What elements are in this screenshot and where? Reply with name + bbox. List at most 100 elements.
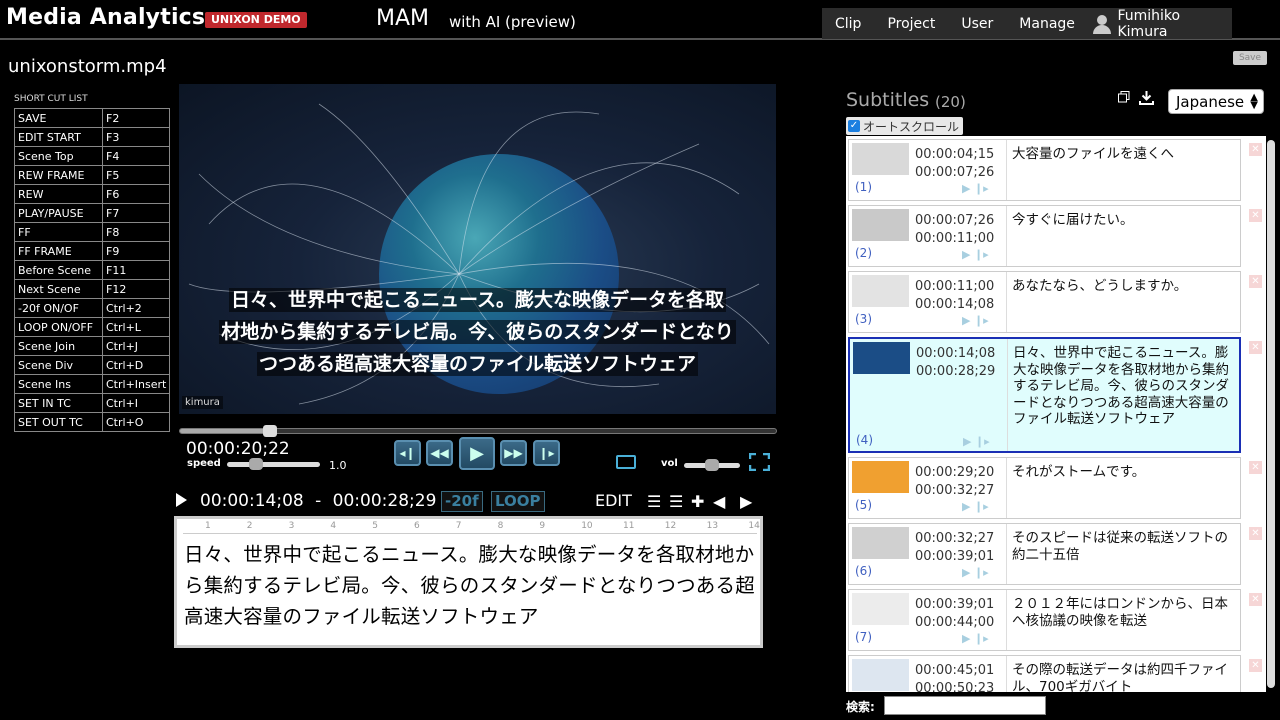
delete-subtitle-icon[interactable]: ✕ xyxy=(1249,275,1262,288)
speed-slider[interactable] xyxy=(227,458,320,470)
subtitle-timecodes[interactable]: 00:00:04;15 00:00:07;26 xyxy=(915,146,994,182)
ruler-tick-label: 10 xyxy=(581,521,593,531)
delete-subtitle-icon[interactable]: ✕ xyxy=(1249,527,1262,540)
shortcut-row: Scene Join Ctrl+J xyxy=(14,336,171,356)
editor-text[interactable]: 日々、世界中で起こるニュース。膨大な映像データを各取材地から集約するテレビ局。今… xyxy=(184,539,759,632)
subtitle-entry[interactable]: (6) 00:00:32;27 00:00:39;01 ▶ ❙▸ そのスピードは従来の転… xyxy=(848,523,1241,585)
shortcut-action: SET IN TC xyxy=(14,393,103,413)
nav-user[interactable]: User xyxy=(948,16,1006,32)
language-select[interactable]: Japanese ▲ ▼ xyxy=(1168,89,1264,114)
autoscroll-checkbox[interactable]: ✓ オートスクロール xyxy=(846,117,964,135)
nav-clip[interactable]: Clip xyxy=(822,16,874,32)
ruler-tick-label: 13 xyxy=(706,521,719,531)
subtitle-text[interactable]: 今すぐに届けたい。 xyxy=(1012,212,1240,229)
ruler-tick-label: 14 xyxy=(748,521,760,531)
subtitle-text[interactable]: その際の転送データは約四千ファイル、700ギガバイト xyxy=(1012,662,1240,692)
seek-progress xyxy=(180,429,270,433)
volume-slider[interactable] xyxy=(684,459,740,471)
shortcut-key: F2 xyxy=(101,108,171,128)
shortcut-key: Ctrl+L xyxy=(101,317,171,337)
subtitle-entry[interactable]: (8)00:00:45;0100:00:50;23▶ ❙▸その際の転送データは約… xyxy=(848,655,1241,692)
subtitle-play-icon[interactable]: ▶ ❙▸ xyxy=(962,632,989,645)
subtitle-start-tc: 00:00:29;20 xyxy=(915,465,995,480)
subtitle-entry[interactable]: (2) 00:00:07;26 00:00:11;00 ▶ ❙▸ 今すぐに届けたい。 xyxy=(848,205,1241,267)
ruler-tick-label: 6 xyxy=(414,521,420,531)
subtitle-index: (1) xyxy=(855,180,872,194)
join-icon[interactable]: ☰ xyxy=(669,492,683,511)
delete-subtitle-icon[interactable]: ✕ xyxy=(1249,209,1262,222)
save-button[interactable]: Save xyxy=(1233,51,1267,65)
delete-subtitle-icon[interactable]: ✕ xyxy=(1249,143,1262,156)
subtitle-list-scrollbar[interactable] xyxy=(1267,140,1275,688)
main-nav: Clip Project User Manage Fumihiko Kimura xyxy=(822,8,1232,40)
rewind-button[interactable]: ◀◀ xyxy=(426,440,453,466)
subtitle-text[interactable]: 大容量のファイルを遠くへ xyxy=(1012,146,1240,163)
subtitle-play-icon[interactable]: ▶ ❙▸ xyxy=(962,182,989,195)
subtitle-text[interactable]: ２０１２年にはロンドンから、日本へ核協議の映像を転送 xyxy=(1012,596,1240,629)
delete-subtitle-icon[interactable]: ✕ xyxy=(1249,659,1262,672)
shortcut-key: Ctrl+J xyxy=(101,336,171,356)
seek-handle[interactable] xyxy=(262,425,277,437)
subtitle-thumbnail xyxy=(853,342,910,374)
delete-subtitle-icon[interactable]: ✕ xyxy=(1249,341,1262,354)
subtitle-play-icon[interactable]: ▶ ❙▸ xyxy=(962,314,989,327)
user-menu[interactable]: Fumihiko Kimura xyxy=(1088,8,1232,40)
split-icon[interactable]: ☰ xyxy=(647,492,661,511)
subtitle-play-icon[interactable]: ▶ ❙▸ xyxy=(963,435,990,448)
shortcut-table: SAVE F2 EDIT START F3 Scene Top F4 REW FRAME F5… xyxy=(14,108,171,432)
subtitle-thumbnail xyxy=(852,143,909,175)
subtitle-entry[interactable]: (4) 00:00:14;08 00:00:28;29 ▶ ❙▸ 日々、世界中で起こるニ… xyxy=(848,337,1241,453)
subtitle-text[interactable]: 日々、世界中で起こるニュース。膨大な映像データを各取材地から集約するテレビ局。今… xyxy=(1013,345,1241,428)
nav-project[interactable]: Project xyxy=(874,16,948,32)
subtitle-timecodes[interactable]: 00:00:07;26 00:00:11;00 xyxy=(915,212,994,248)
subtitle-timecodes[interactable]: 00:00:32;27 00:00:39;01 xyxy=(915,530,994,566)
subtitle-entry[interactable]: (5) 00:00:29;20 00:00:32;27 ▶ ❙▸ それがストームです。 xyxy=(848,457,1241,519)
shortcut-key: Ctrl+D xyxy=(101,355,171,375)
range-timecodes: 00:00:14;08 - 00:00:28;29 xyxy=(200,491,436,511)
add-icon[interactable]: ✚ xyxy=(691,492,704,511)
delete-subtitle-icon[interactable]: ✕ xyxy=(1249,593,1262,606)
download-icon[interactable] xyxy=(1139,91,1154,105)
fullscreen-icon[interactable] xyxy=(749,453,770,471)
subtitle-timecodes[interactable]: 00:00:11;00 00:00:14;08 xyxy=(915,278,994,314)
subtitle-timecodes[interactable]: 00:00:29;20 00:00:32;27 xyxy=(915,464,994,500)
subtitle-divider xyxy=(1006,656,1007,692)
speed-slider-handle[interactable] xyxy=(249,458,263,470)
shortcut-key: F4 xyxy=(101,146,171,166)
step-forward-icon: ❙▸ xyxy=(538,446,555,460)
subtitle-entry[interactable]: (3) 00:00:11;00 00:00:14;08 ▶ ❙▸ あなたなら、どうします… xyxy=(848,271,1241,333)
delete-subtitle-icon[interactable]: ✕ xyxy=(1249,461,1262,474)
frame-forward-button[interactable]: ❙▸ xyxy=(533,440,560,466)
prev-scene-icon[interactable]: ◀ xyxy=(713,492,725,511)
subtitle-timecodes[interactable]: 00:00:39;01 00:00:44;00 xyxy=(915,596,994,632)
frame-back-button[interactable]: ◂❙ xyxy=(394,440,421,466)
nav-manage[interactable]: Manage xyxy=(1006,16,1088,32)
subtitle-play-icon[interactable]: ▶ ❙▸ xyxy=(962,566,989,579)
subtitle-play-icon[interactable]: ▶ ❙▸ xyxy=(962,248,989,261)
loop-toggle[interactable]: LOOP xyxy=(491,491,545,512)
seek-bar[interactable] xyxy=(179,425,777,437)
copy-icon[interactable] xyxy=(1118,91,1130,103)
shortcut-row: FF FRAME F9 xyxy=(14,241,171,261)
subtitle-thumbnail xyxy=(852,209,909,241)
subtitle-editor[interactable]: 1 2 3 4 5 6 7 8 9 10 11 12 13 14 日々、世界中で起こるニュース。膨大な映像… xyxy=(174,516,763,648)
subtitle-text[interactable]: それがストームです。 xyxy=(1012,464,1240,481)
subtitle-entry[interactable]: (7) 00:00:39;01 00:00:44;00 ▶ ❙▸ ２０１２年にはロンドン… xyxy=(848,589,1241,651)
subtitle-timecodes[interactable]: 00:00:45;01 00:00:50;23 xyxy=(915,662,994,692)
video-player[interactable]: 日々、世界中で起こるニュース。膨大な映像データを各取 材地から集約するテレビ局。… xyxy=(179,84,776,414)
minus20f-toggle[interactable]: -20f xyxy=(441,491,483,512)
subtitle-entry[interactable]: (1) 00:00:04;15 00:00:07;26 ▶ ❙▸ 大容量のファイルを遠く… xyxy=(848,139,1241,201)
subtitle-toggle-icon[interactable] xyxy=(616,455,636,469)
volume-slider-handle[interactable] xyxy=(705,459,719,471)
subtitle-text[interactable]: そのスピードは従来の転送ソフトの約二十五倍 xyxy=(1012,530,1240,563)
next-scene-icon[interactable]: ▶ xyxy=(740,492,752,511)
play-button[interactable]: ▶ xyxy=(459,437,495,470)
subtitle-start-tc: 00:00:14;08 xyxy=(916,346,996,361)
search-input[interactable] xyxy=(884,696,1046,715)
subtitle-timecodes[interactable]: 00:00:14;08 00:00:28;29 xyxy=(916,345,995,381)
play-range-icon[interactable] xyxy=(176,493,187,507)
subtitle-play-icon[interactable]: ▶ ❙▸ xyxy=(962,500,989,513)
speed-value: 1.0 xyxy=(329,459,347,472)
subtitle-text[interactable]: あなたなら、どうしますか。 xyxy=(1012,278,1240,295)
fast-forward-button[interactable]: ▶▶ xyxy=(500,440,527,466)
